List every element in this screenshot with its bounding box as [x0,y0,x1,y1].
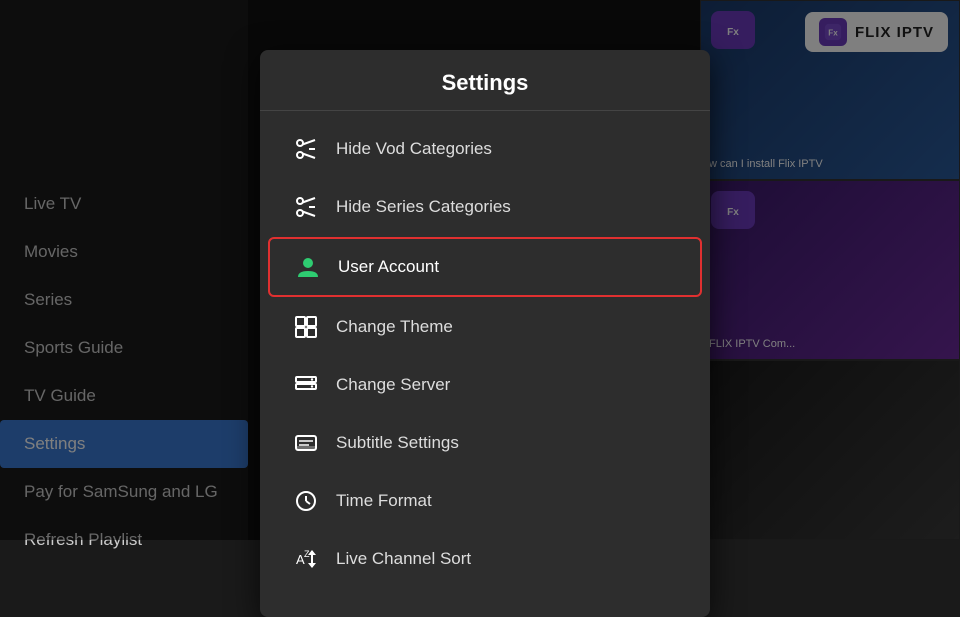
settings-item-live-channel-sort[interactable]: A Z Live Channel Sort [268,531,702,587]
user-account-label: User Account [338,257,439,277]
change-theme-label: Change Theme [336,317,453,337]
user-icon [294,253,322,281]
scissors2-icon [292,193,320,221]
settings-item-time-format[interactable]: Time Format [268,473,702,529]
settings-item-change-server[interactable]: Change Server [268,357,702,413]
change-server-label: Change Server [336,375,450,395]
hide-series-label: Hide Series Categories [336,197,511,217]
server-icon [292,371,320,399]
clock-icon [292,487,320,515]
settings-item-hide-series[interactable]: Hide Series Categories [268,179,702,235]
sort-icon: A Z [292,545,320,573]
hide-vod-label: Hide Vod Categories [336,139,492,159]
settings-item-change-theme[interactable]: Change Theme [268,299,702,355]
settings-item-hide-vod[interactable]: Hide Vod Categories [268,121,702,177]
time-format-label: Time Format [336,491,432,511]
subtitle-icon [292,429,320,457]
settings-modal: Settings Hide Vod Categories [260,50,710,617]
scissors-icon [292,135,320,163]
settings-list: Hide Vod Categories Hide Series Categori… [260,111,710,597]
settings-item-subtitle[interactable]: Subtitle Settings [268,415,702,471]
theme-icon [292,313,320,341]
live-channel-sort-label: Live Channel Sort [336,549,471,569]
subtitle-label: Subtitle Settings [336,433,459,453]
settings-item-user-account[interactable]: User Account [268,237,702,297]
settings-title: Settings [260,50,710,111]
